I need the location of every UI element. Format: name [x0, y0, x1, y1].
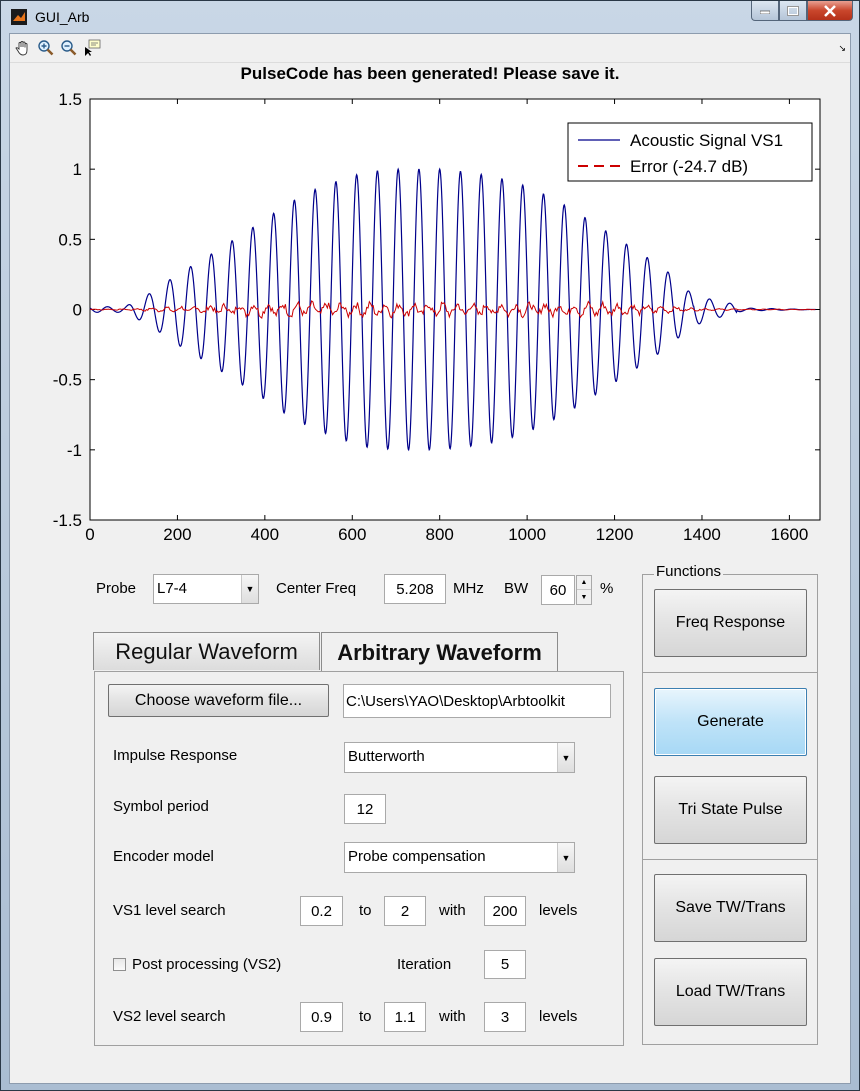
vs1-from-input[interactable]: 0.2: [300, 896, 343, 926]
probe-label: Probe: [96, 580, 137, 597]
vs1-level-search-label: VS1 level search: [113, 902, 226, 919]
probe-select[interactable]: L7-4 ▼: [153, 574, 259, 604]
functions-divider: [643, 859, 817, 860]
y-tick-label: -1: [67, 441, 82, 460]
impulse-response-value: Butterworth: [348, 748, 425, 765]
iteration-input[interactable]: 5: [484, 950, 526, 979]
figure-title: PulseCode has been generated! Please sav…: [240, 64, 620, 83]
probe-select-value: L7-4: [157, 580, 188, 597]
x-tick-label: 800: [426, 525, 454, 544]
zoom-in-icon[interactable]: [37, 39, 55, 57]
x-tick-label: 1000: [508, 525, 546, 544]
x-tick-label: 1400: [683, 525, 721, 544]
minimize-button[interactable]: [751, 1, 779, 21]
chevron-down-icon: ▼: [557, 743, 574, 772]
load-tw-trans-button[interactable]: Load TW/Trans: [654, 958, 807, 1026]
x-tick-label: 0: [85, 525, 94, 544]
data-cursor-icon[interactable]: [83, 39, 101, 57]
bw-label: BW: [504, 580, 529, 597]
tri-state-pulse-button[interactable]: Tri State Pulse: [654, 776, 807, 844]
vs2-level-search-label: VS2 level search: [113, 1008, 226, 1025]
x-tick-label: 200: [163, 525, 191, 544]
vs2-with-label: with: [439, 1008, 466, 1025]
vs2-to-input[interactable]: 1.1: [384, 1002, 426, 1032]
legend-label-error: Error (-24.7 dB): [630, 157, 748, 176]
close-icon: [824, 4, 836, 17]
spinner-up-icon[interactable]: ▲: [577, 576, 591, 590]
x-tick-label: 1600: [770, 525, 808, 544]
vs1-with-label: with: [439, 902, 466, 919]
functions-divider: [643, 672, 817, 673]
app-window: GUI_Arb ↘ PulseCode has been generated! …: [0, 0, 860, 1091]
maximize-icon: [787, 5, 799, 16]
minimize-icon: [760, 10, 770, 14]
vs1-levels-label: levels: [539, 902, 578, 919]
bw-spinner[interactable]: ▲ ▼: [576, 575, 592, 605]
toolbar-overflow-icon[interactable]: ↘: [838, 43, 846, 54]
encoder-model-select[interactable]: Probe compensation ▼: [344, 842, 575, 873]
vs1-levels-input[interactable]: 200: [484, 896, 526, 926]
freq-response-button[interactable]: Freq Response: [654, 589, 807, 657]
spinner-down-icon[interactable]: ▼: [577, 590, 591, 604]
title-bar[interactable]: GUI_Arb: [1, 1, 859, 33]
generate-button[interactable]: Generate: [654, 688, 807, 756]
tab-regular-waveform[interactable]: Regular Waveform: [93, 632, 320, 670]
post-processing-checkbox[interactable]: [113, 958, 126, 971]
matlab-icon: [11, 9, 27, 25]
y-tick-label: -0.5: [53, 371, 82, 390]
vs2-to-label: to: [359, 1008, 372, 1025]
y-tick-label: 0.5: [58, 230, 82, 249]
plot-area[interactable]: 0 200 400 600 800 1000 1200 1400 1600 1.5 1 0.5 0 -0.…: [10, 84, 850, 584]
bw-unit: %: [600, 580, 614, 597]
iteration-label: Iteration: [397, 956, 452, 973]
window-controls: [751, 1, 853, 23]
center-freq-label: Center Freq: [276, 580, 357, 597]
choose-waveform-file-button[interactable]: Choose waveform file...: [108, 684, 329, 717]
y-tick-label: -1.5: [53, 511, 82, 530]
impulse-response-label: Impulse Response: [113, 747, 238, 764]
chevron-down-icon: ▼: [557, 843, 574, 872]
waveform-file-path-field[interactable]: C:\Users\YAO\Desktop\Arbtoolkit: [343, 684, 611, 718]
center-freq-unit: MHz: [453, 580, 484, 597]
vs1-to-label: to: [359, 902, 372, 919]
vs2-levels-label: levels: [539, 1008, 578, 1025]
y-tick-label: 1: [73, 160, 82, 179]
hand-pan-icon[interactable]: [14, 39, 32, 57]
encoder-model-label: Encoder model: [113, 848, 214, 865]
y-tick-label: 0: [73, 301, 82, 320]
symbol-period-input[interactable]: 12: [344, 794, 386, 824]
close-button[interactable]: [807, 1, 853, 21]
x-tick-label: 600: [338, 525, 366, 544]
symbol-period-label: Symbol period: [113, 798, 209, 815]
vs2-from-input[interactable]: 0.9: [300, 1002, 343, 1032]
legend-label-acoustic: Acoustic Signal VS1: [630, 131, 783, 150]
impulse-response-select[interactable]: Butterworth ▼: [344, 742, 575, 773]
center-freq-input[interactable]: 5.208: [384, 574, 446, 604]
tab-arbitrary-waveform[interactable]: Arbitrary Waveform: [321, 632, 558, 672]
window-title: GUI_Arb: [35, 9, 90, 25]
y-tick-label: 1.5: [58, 90, 82, 109]
vs1-to-input[interactable]: 2: [384, 896, 426, 926]
bw-input[interactable]: 60: [541, 575, 575, 605]
save-tw-trans-button[interactable]: Save TW/Trans: [654, 874, 807, 942]
figure-client-area: ↘ PulseCode has been generated! Please s…: [9, 33, 851, 1084]
waveform-chart[interactable]: 0 200 400 600 800 1000 1200 1400 1600 1.5 1 0.5 0 -0.…: [10, 84, 850, 584]
encoder-model-value: Probe compensation: [348, 848, 486, 865]
zoom-out-icon[interactable]: [60, 39, 78, 57]
functions-group-label: Functions: [654, 563, 724, 580]
post-processing-label: Post processing (VS2): [132, 956, 282, 973]
figure-toolbar: ↘: [10, 34, 850, 63]
chevron-down-icon: ▼: [241, 575, 258, 603]
maximize-button[interactable]: [779, 1, 807, 21]
x-tick-label: 1200: [596, 525, 634, 544]
vs2-levels-input[interactable]: 3: [484, 1002, 526, 1032]
x-tick-label: 400: [251, 525, 279, 544]
